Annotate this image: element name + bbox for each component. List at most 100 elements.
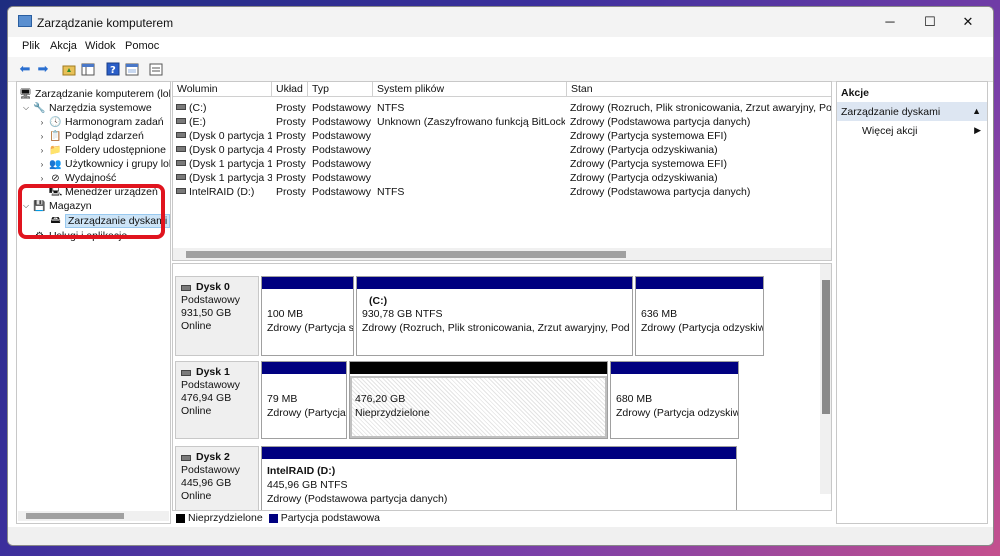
tools-icon: 🔧	[33, 102, 46, 114]
tree-device-manager[interactable]: 🖳 Menedżer urządzeń	[37, 185, 158, 199]
partition-block[interactable]: (C:) 930,78 GB NTFS Zdrowy (Rozruch, Pli…	[356, 276, 633, 356]
toolbar: ⬅ ➡ ?	[8, 57, 993, 82]
chevron-down-icon[interactable]: ⌵	[21, 201, 31, 211]
legend-unallocated-label: Nieprzydzielone	[188, 512, 263, 524]
chevron-right-icon[interactable]: ›	[21, 232, 31, 241]
scrollbar-thumb[interactable]	[26, 513, 124, 519]
drive-icon	[176, 188, 186, 194]
volume-list: Wolumin Układ Typ System plików Stan (C:…	[172, 81, 832, 261]
legend: Nieprzydzielone Partycja podstawowa	[172, 511, 832, 525]
title-bar: Zarządzanie komputerem ─ ☐ ✕	[8, 7, 993, 37]
disk-icon	[181, 454, 191, 461]
help-icon[interactable]: ?	[105, 61, 121, 77]
disk-0-info[interactable]: Dysk 0 Podstawowy 931,50 GB Online	[175, 276, 259, 356]
disk-2-info[interactable]: Dysk 2 Podstawowy 445,96 GB Online	[175, 446, 259, 510]
partition-block[interactable]: 636 MB Zdrowy (Partycja odzyskiwa	[635, 276, 764, 356]
properties-icon[interactable]	[124, 61, 140, 77]
disk-graphical-view: Dysk 0 Podstawowy 931,50 GB Online 100 M…	[172, 263, 832, 511]
menu-bar: Plik Akcja Widok Pomoc	[8, 37, 993, 57]
disk-icon	[181, 284, 191, 291]
tree-storage[interactable]: ⌵ 💾 Magazyn	[21, 199, 92, 213]
forward-arrow-icon[interactable]: ➡	[35, 61, 51, 77]
tree-system-tools[interactable]: ⌵ 🔧 Narzędzia systemowe	[21, 101, 152, 115]
tree-services-apps[interactable]: › ⚙ Usługi i aplikacje	[21, 229, 128, 243]
svg-text:?: ?	[110, 65, 116, 76]
column-header-volume[interactable]: Wolumin	[173, 82, 272, 97]
maximize-button[interactable]: ☐	[915, 12, 945, 32]
disk-view-vertical-scrollbar[interactable]	[820, 264, 831, 494]
clock-icon: 🕓	[49, 116, 62, 128]
chevron-down-icon[interactable]: ⌵	[21, 103, 31, 113]
collapse-arrow-icon[interactable]: ▲	[972, 106, 981, 116]
tree-disk-management[interactable]: 🖴 Zarządzanie dyskami	[37, 214, 170, 228]
drive-icon	[176, 118, 186, 124]
disk-icon	[181, 369, 191, 376]
storage-icon: 💾	[33, 200, 46, 212]
volume-list-horizontal-scrollbar[interactable]	[173, 248, 831, 260]
status-bar	[8, 527, 993, 545]
chevron-right-icon[interactable]: ›	[37, 174, 47, 183]
submenu-arrow-icon: ▶	[974, 125, 981, 135]
unallocated-partition-block[interactable]: 476,20 GB Nieprzydzielone	[349, 361, 608, 439]
tree-users-groups[interactable]: › 👥 Użytkownicy i grupy loka	[37, 157, 170, 171]
chevron-right-icon[interactable]: ›	[37, 132, 47, 141]
chevron-right-icon[interactable]: ›	[37, 118, 47, 127]
users-icon: 👥	[49, 158, 62, 170]
more-actions-item[interactable]: Więcej akcji ▶	[837, 121, 987, 140]
tree-event-viewer[interactable]: › 📋 Podgląd zdarzeń	[37, 129, 144, 143]
computer-management-window: Zarządzanie komputerem ─ ☐ ✕ Plik Akcja …	[7, 6, 994, 546]
performance-icon: ⊘	[51, 172, 60, 184]
actions-section-disk-management[interactable]: Zarządzanie dyskami ▲	[837, 102, 987, 121]
partition-block[interactable]: 79 MB Zdrowy (Partycja	[261, 361, 347, 439]
table-row[interactable]: (Dysk 0 partycja 1) Prosty Podstawowy Zd…	[173, 129, 831, 143]
actions-header: Akcje	[841, 87, 870, 99]
view-list-icon[interactable]	[148, 61, 164, 77]
partition-block[interactable]: IntelRAID (D:) 445,96 GB NTFS Zdrowy (Po…	[261, 446, 737, 510]
partition-block[interactable]: 100 MB Zdrowy (Partycja sy	[261, 276, 354, 356]
column-header-filesystem[interactable]: System plików	[373, 82, 567, 97]
tree-task-scheduler[interactable]: › 🕓 Harmonogram zadań	[37, 115, 164, 129]
tree-shared-folders[interactable]: › 📁 Foldery udostępnione	[37, 143, 166, 157]
menu-action[interactable]: Akcja	[50, 40, 77, 52]
up-folder-icon[interactable]	[61, 61, 77, 77]
close-button[interactable]: ✕	[953, 12, 983, 32]
drive-icon	[176, 104, 186, 110]
computer-management-icon	[18, 15, 32, 27]
event-viewer-icon: 📋	[49, 130, 62, 142]
partition-block[interactable]: 680 MB Zdrowy (Partycja odzyskiwa	[610, 361, 739, 439]
window-title: Zarządzanie komputerem	[37, 16, 174, 30]
table-row[interactable]: (C:) Prosty Podstawowy NTFS Zdrowy (Rozr…	[173, 101, 831, 115]
computer-management-icon: 🖥	[19, 88, 32, 100]
device-manager-icon: 🖳	[48, 185, 63, 197]
shared-folder-icon: 📁	[49, 144, 62, 156]
menu-file[interactable]: Plik	[22, 40, 40, 52]
tree-horizontal-scrollbar[interactable]	[18, 511, 169, 521]
menu-help[interactable]: Pomoc	[125, 40, 159, 52]
drive-icon	[176, 174, 186, 180]
table-row[interactable]: (Dysk 0 partycja 4) Prosty Podstawowy Zd…	[173, 143, 831, 157]
column-header-layout[interactable]: Układ	[272, 82, 308, 97]
column-header-type[interactable]: Typ	[308, 82, 373, 97]
show-hide-tree-icon[interactable]	[80, 61, 96, 77]
scrollbar-thumb[interactable]	[822, 280, 830, 414]
chevron-right-icon[interactable]: ›	[37, 146, 47, 155]
scrollbar-thumb[interactable]	[186, 251, 626, 258]
table-row[interactable]: IntelRAID (D:) Prosty Podstawowy NTFS Zd…	[173, 185, 831, 199]
drive-icon	[176, 132, 186, 138]
drive-icon	[176, 146, 186, 152]
column-header-status[interactable]: Stan	[567, 82, 831, 97]
minimize-button[interactable]: ─	[875, 12, 905, 32]
table-row[interactable]: (Dysk 1 partycja 3) Prosty Podstawowy Zd…	[173, 171, 831, 185]
legend-primary-label: Partycja podstawowa	[280, 512, 380, 524]
menu-view[interactable]: Widok	[85, 40, 116, 52]
disk-1-info[interactable]: Dysk 1 Podstawowy 476,94 GB Online	[175, 361, 259, 439]
navigation-tree: 🖥 Zarządzanie komputerem (lokal ⌵ 🔧 Narzędz…	[16, 81, 171, 524]
services-icon: ⚙	[35, 230, 44, 242]
table-row[interactable]: (E:) Prosty Podstawowy Unknown (Zaszyfro…	[173, 115, 831, 129]
back-arrow-icon[interactable]: ⬅	[17, 61, 33, 77]
legend-swatch-unallocated	[176, 513, 185, 523]
chevron-right-icon[interactable]: ›	[37, 160, 47, 169]
table-row[interactable]: (Dysk 1 partycja 1) Prosty Podstawowy Zd…	[173, 157, 831, 171]
tree-root[interactable]: 🖥 Zarządzanie komputerem (lokal	[17, 87, 170, 101]
disk-management-icon: 🖴	[50, 214, 61, 226]
